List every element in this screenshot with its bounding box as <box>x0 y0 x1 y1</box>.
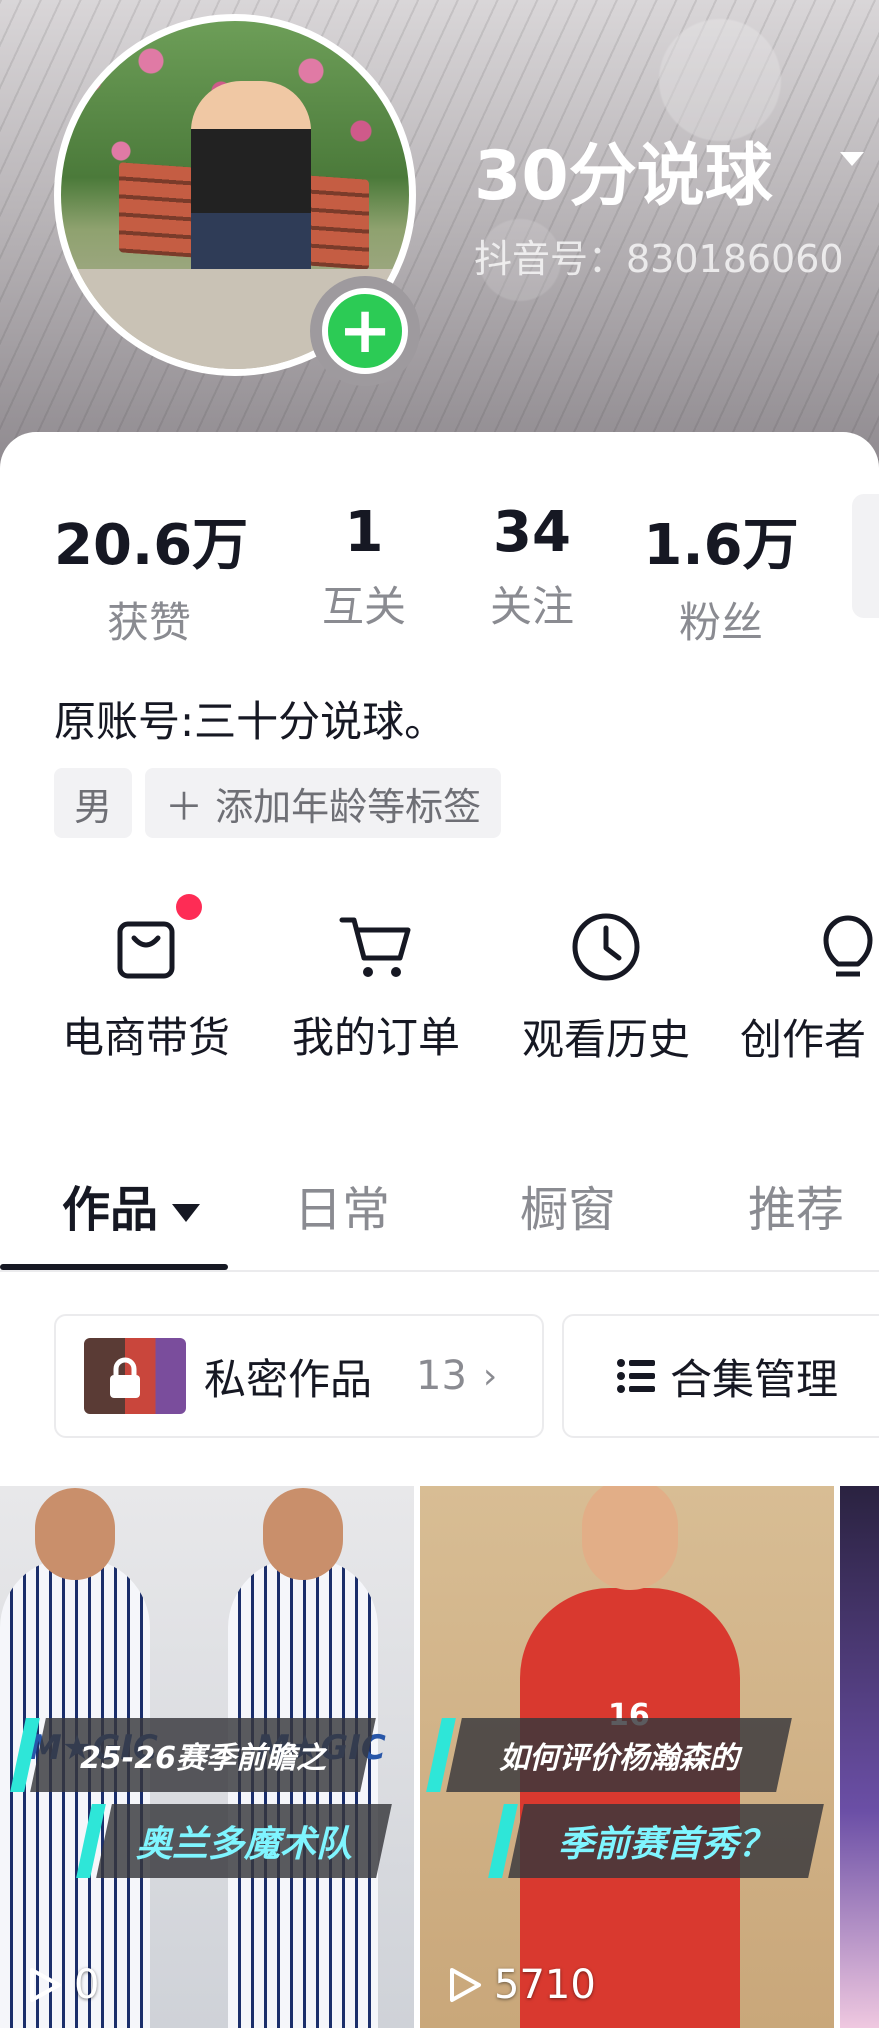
chevron-down-icon[interactable] <box>840 152 864 166</box>
lock-icon <box>110 1357 140 1398</box>
chevron-right-icon: › <box>482 1355 498 1397</box>
player-figure: M★GIC <box>0 1488 158 2028</box>
stat-label: 获赞 <box>106 598 191 647</box>
private-works-button[interactable]: 私密作品 13 › <box>54 1314 544 1438</box>
stat-label: 粉丝 <box>678 598 763 647</box>
douyin-id: 抖音号：830186060⁦ <box>474 237 844 281</box>
video-title-line1: 25-26赛季前瞻之 <box>30 1718 376 1792</box>
caret-down-icon <box>172 1204 201 1222</box>
edit-profile-button[interactable] <box>852 494 879 618</box>
add-tag-button[interactable]: ＋ 添加年龄等标签 <box>145 768 502 838</box>
profile-name: 30分说球 <box>474 137 773 216</box>
stat-likes[interactable]: 20.6万 获赞 <box>54 500 249 650</box>
player-figure: M★GIC <box>228 1488 386 2028</box>
shopping-bag-icon <box>117 921 175 979</box>
stat-value: 20.6万 <box>54 513 249 578</box>
tool-label: 观看历史 <box>521 1015 690 1064</box>
notification-dot <box>176 894 202 920</box>
stat-value: 1 <box>344 500 384 565</box>
clock-icon <box>572 913 640 981</box>
video-title-line2: 季前赛首秀？ <box>508 1804 824 1878</box>
tab-label: 作品 <box>62 1182 159 1238</box>
private-works-count: 13 <box>416 1353 467 1399</box>
tool-history[interactable]: 观看历史 <box>506 910 706 1067</box>
play-icon <box>450 1968 481 2002</box>
stat-label: 关注 <box>489 582 574 631</box>
stat-followers[interactable]: 1.6万 粉丝 <box>640 500 802 650</box>
stat-following[interactable]: 34 关注 <box>472 500 592 634</box>
play-count: 0 <box>26 1962 99 2008</box>
collection-manage-button[interactable]: 合集管理 <box>562 1314 879 1438</box>
add-avatar-button[interactable]: + <box>310 276 420 386</box>
tool-label: 我的订单 <box>291 1013 460 1062</box>
tab-works[interactable]: 作品 <box>62 1170 201 1240</box>
private-thumbnail <box>84 1338 186 1414</box>
stat-value: 1.6万 <box>643 513 799 578</box>
tool-label: 创作者 <box>740 1015 867 1064</box>
plus-icon: + <box>322 288 408 374</box>
play-icon <box>30 1968 61 2002</box>
profile-header: + 30分说球 抖音号：830186060⁦ <box>0 0 879 470</box>
gender-tag[interactable]: 男 <box>54 768 133 838</box>
video-title-line1: 如何评价杨瀚森的 <box>446 1718 792 1792</box>
video-thumbnail-1[interactable]: M★GIC M★GIC 25-26赛季前瞻之 奥兰多魔术队 0 <box>0 1486 414 2028</box>
tab-daily[interactable]: 日常 <box>294 1170 390 1240</box>
tab-showcase[interactable]: 橱窗 <box>520 1170 616 1240</box>
tool-creator[interactable]: 创作者 <box>740 910 879 1067</box>
play-count: 5710 <box>446 1962 596 2008</box>
bio-text: 原账号:三十分说球。 <box>54 697 447 746</box>
tab-recommend[interactable]: 推荐 <box>748 1170 844 1240</box>
stat-label: 互关 <box>321 582 406 631</box>
stats-row: 20.6万 获赞 1 互关 34 关注 1.6万 粉丝 <box>0 500 879 647</box>
video-title-line2: 奥兰多魔术队 <box>96 1804 392 1878</box>
private-works-label: 私密作品 <box>204 1354 373 1404</box>
tool-label: 电商带货 <box>61 1013 230 1062</box>
stat-value: 34 <box>493 500 571 565</box>
tool-orders[interactable]: 我的订单 <box>276 910 476 1065</box>
collection-manage-label: 合集管理 <box>670 1354 839 1404</box>
list-icon <box>617 1359 655 1393</box>
active-tab-indicator <box>0 1264 228 1270</box>
content-tabs: 作品 日常 橱窗 推荐 <box>0 1160 879 1272</box>
cart-icon <box>339 917 411 977</box>
video-thumbnail-3[interactable] <box>840 1486 879 2028</box>
video-thumbnail-2[interactable]: 16 如何评价杨瀚森的 季前赛首秀？ 5710 <box>420 1486 834 2028</box>
stat-mutual[interactable]: 1 互关 <box>304 500 424 634</box>
lightbulb-icon <box>823 915 873 977</box>
tool-ecommerce[interactable]: 电商带货 <box>46 910 246 1065</box>
